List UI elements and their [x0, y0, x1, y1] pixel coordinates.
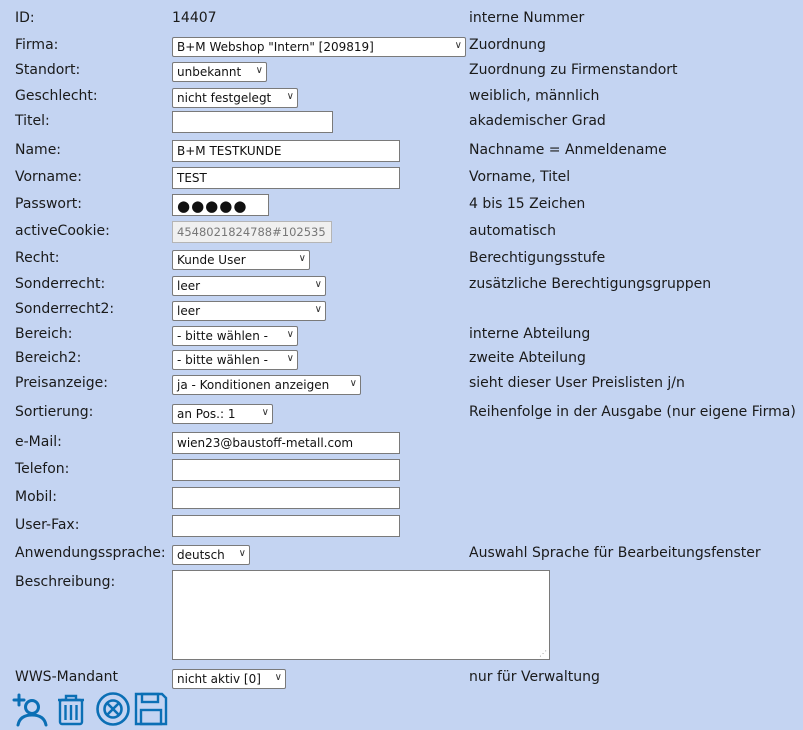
desc-passwort: 4 bis 15 Zeichen	[469, 196, 586, 212]
titel-input[interactable]	[172, 111, 333, 133]
chevron-down-icon: ∨	[314, 279, 322, 290]
label-sonderrecht2: Sonderrecht2:	[15, 301, 115, 317]
preisanzeige-select[interactable]: ja - Konditionen anzeigen ∨	[172, 375, 361, 395]
label-userfax: User-Fax:	[15, 517, 80, 533]
telefon-input[interactable]	[172, 459, 400, 481]
wws-mandant-select[interactable]: nicht aktiv [0] ∨	[172, 669, 286, 689]
sonderrecht2-select-value: leer	[177, 304, 201, 318]
label-bereich: Bereich:	[15, 326, 73, 342]
label-vorname: Vorname:	[15, 169, 82, 185]
label-standort: Standort:	[15, 62, 81, 78]
desc-name: Nachname = Anmeldename	[469, 142, 667, 158]
label-preisanzeige: Preisanzeige:	[15, 375, 108, 391]
sortierung-select[interactable]: an Pos.: 1 ∨	[172, 404, 273, 424]
sprache-select[interactable]: deutsch ∨	[172, 545, 250, 565]
chevron-down-icon: ∨	[286, 353, 294, 364]
label-sonderrecht: Sonderrecht:	[15, 276, 106, 292]
chevron-down-icon: ∨	[255, 65, 263, 76]
desc-activecookie: automatisch	[469, 223, 556, 239]
label-sortierung: Sortierung:	[15, 404, 94, 420]
label-telefon: Telefon:	[15, 461, 70, 477]
label-id: ID:	[15, 10, 35, 26]
preisanzeige-select-value: ja - Konditionen anzeigen	[177, 378, 330, 392]
label-bereich2: Bereich2:	[15, 350, 82, 366]
desc-preisanzeige: sieht dieser User Preislisten j/n	[469, 375, 685, 391]
desc-sortierung: Reihenfolge in der Ausgabe (nur eigene F…	[469, 404, 796, 420]
bereich2-select[interactable]: - bitte wählen - ∨	[172, 350, 298, 370]
resize-grip-icon[interactable]: ⋰	[539, 649, 547, 658]
label-activecookie: activeCookie:	[15, 223, 110, 239]
chevron-down-icon: ∨	[274, 672, 282, 683]
trash-icon[interactable]	[55, 691, 87, 727]
password-input[interactable]: ●●●●●	[172, 194, 269, 216]
desc-titel: akademischer Grad	[469, 113, 606, 129]
email-input[interactable]: wien23@baustoff-metall.com	[172, 432, 400, 454]
chevron-down-icon: ∨	[261, 407, 269, 418]
save-icon[interactable]	[134, 691, 168, 727]
label-wws-mandant: WWS-Mandant	[15, 669, 118, 685]
label-passwort: Passwort:	[15, 196, 82, 212]
sonderrecht2-select[interactable]: leer ∨	[172, 301, 326, 321]
firma-select[interactable]: B+M Webshop "Intern" [209819] ∨	[172, 37, 466, 57]
desc-vorname: Vorname, Titel	[469, 169, 571, 185]
chevron-down-icon: ∨	[238, 548, 246, 559]
label-recht: Recht:	[15, 250, 60, 266]
bereich-select-value: - bitte wählen -	[177, 329, 268, 343]
desc-anwendungssprache: Auswahl Sprache für Bearbeitungsfenster	[469, 545, 761, 561]
sonderrecht-select-value: leer	[177, 279, 201, 293]
label-firma: Firma:	[15, 37, 59, 53]
chevron-down-icon: ∨	[286, 91, 294, 102]
mobil-input[interactable]	[172, 487, 400, 509]
wws-mandant-select-value: nicht aktiv [0]	[177, 672, 261, 686]
userfax-input[interactable]	[172, 515, 400, 537]
name-input[interactable]: B+M TESTKUNDE	[172, 140, 400, 162]
vorname-input[interactable]: TEST	[172, 167, 400, 189]
chevron-down-icon: ∨	[298, 253, 306, 264]
sprache-select-value: deutsch	[177, 548, 225, 562]
chevron-down-icon: ∨	[286, 329, 294, 340]
sortierung-select-value: an Pos.: 1	[177, 407, 236, 421]
beschreibung-textarea[interactable]: ⋰	[172, 570, 550, 660]
label-titel: Titel:	[15, 113, 50, 129]
activecookie-input: 4548021824788#102535	[172, 221, 332, 243]
recht-select[interactable]: Kunde User ∨	[172, 250, 310, 270]
desc-bereich: interne Abteilung	[469, 326, 591, 342]
desc-recht: Berechtigungsstufe	[469, 250, 606, 266]
desc-id: interne Nummer	[469, 10, 585, 26]
chevron-down-icon: ∨	[314, 304, 322, 315]
value-id: 14407	[172, 10, 217, 26]
label-mobil: Mobil:	[15, 489, 58, 505]
desc-geschlecht: weiblich, männlich	[469, 88, 600, 104]
bereich2-select-value: - bitte wählen -	[177, 353, 268, 367]
cancel-icon[interactable]	[95, 691, 131, 727]
desc-firma: Zuordnung	[469, 37, 546, 53]
label-email: e-Mail:	[15, 434, 62, 450]
standort-select[interactable]: unbekannt ∨	[172, 62, 267, 82]
chevron-down-icon: ∨	[349, 378, 357, 389]
firma-select-value: B+M Webshop "Intern" [209819]	[177, 40, 374, 54]
label-anwendungssprache: Anwendungssprache:	[15, 545, 166, 561]
chevron-down-icon: ∨	[454, 40, 462, 51]
label-beschreibung: Beschreibung:	[15, 574, 116, 590]
bereich-select[interactable]: - bitte wählen - ∨	[172, 326, 298, 346]
desc-wws-mandant: nur für Verwaltung	[469, 669, 600, 685]
geschlecht-select[interactable]: nicht festgelegt ∨	[172, 88, 298, 108]
standort-select-value: unbekannt	[177, 65, 242, 79]
geschlecht-select-value: nicht festgelegt	[177, 91, 272, 105]
label-name: Name:	[15, 142, 62, 158]
recht-select-value: Kunde User	[177, 253, 246, 267]
label-geschlecht: Geschlecht:	[15, 88, 98, 104]
desc-bereich2: zweite Abteilung	[469, 350, 586, 366]
desc-standort: Zuordnung zu Firmenstandort	[469, 62, 678, 78]
desc-sonderrecht: zusätzliche Berechtigungsgruppen	[469, 276, 712, 292]
add-user-icon[interactable]	[12, 691, 48, 727]
sonderrecht-select[interactable]: leer ∨	[172, 276, 326, 296]
